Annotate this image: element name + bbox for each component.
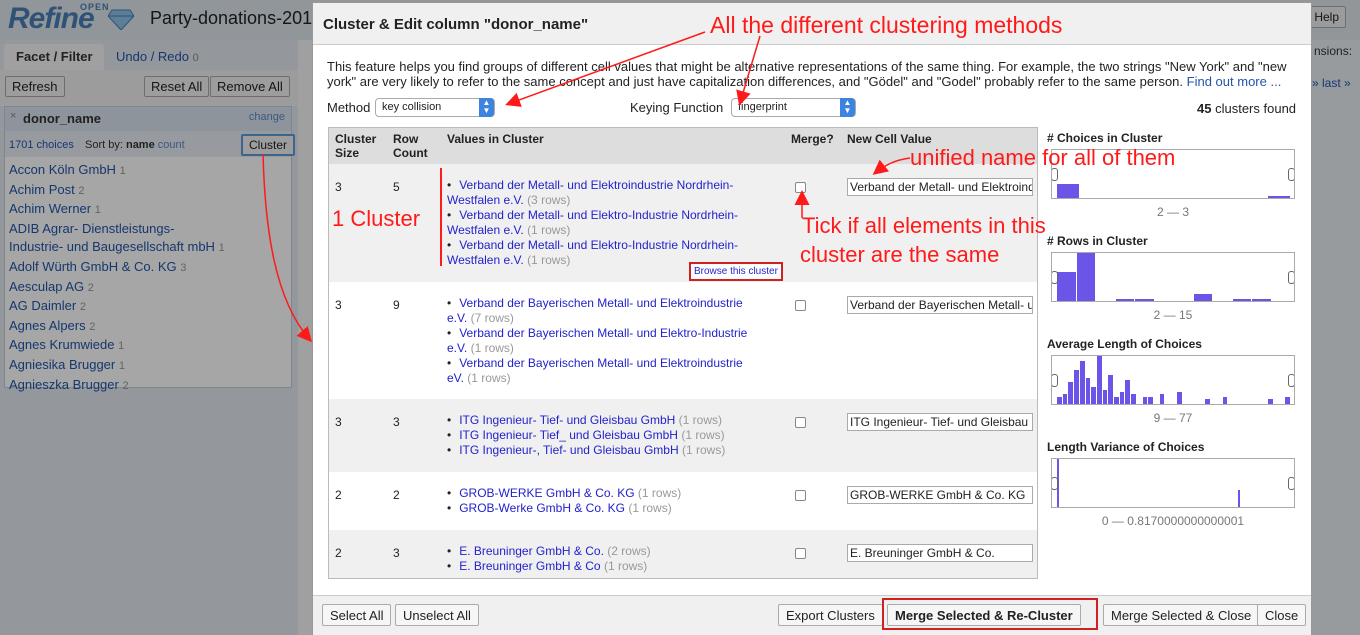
- arrow-to-new-value: [872, 157, 911, 175]
- annotation-one-cluster: 1 Cluster: [332, 206, 421, 231]
- arrow-to-method: [505, 31, 706, 107]
- annotation-arrows: [262, 31, 911, 343]
- annotation-tick-line1: Tick if all elements in this: [802, 213, 1046, 238]
- annotation-methods: All the different clustering methods: [710, 12, 1063, 38]
- arrow-cluster-to-dialog: [262, 153, 312, 343]
- annotation-tick-line2: cluster are the same: [800, 242, 1000, 267]
- arrow-to-keying: [736, 35, 761, 106]
- annotation-unified: unified name for all of them: [910, 145, 1176, 170]
